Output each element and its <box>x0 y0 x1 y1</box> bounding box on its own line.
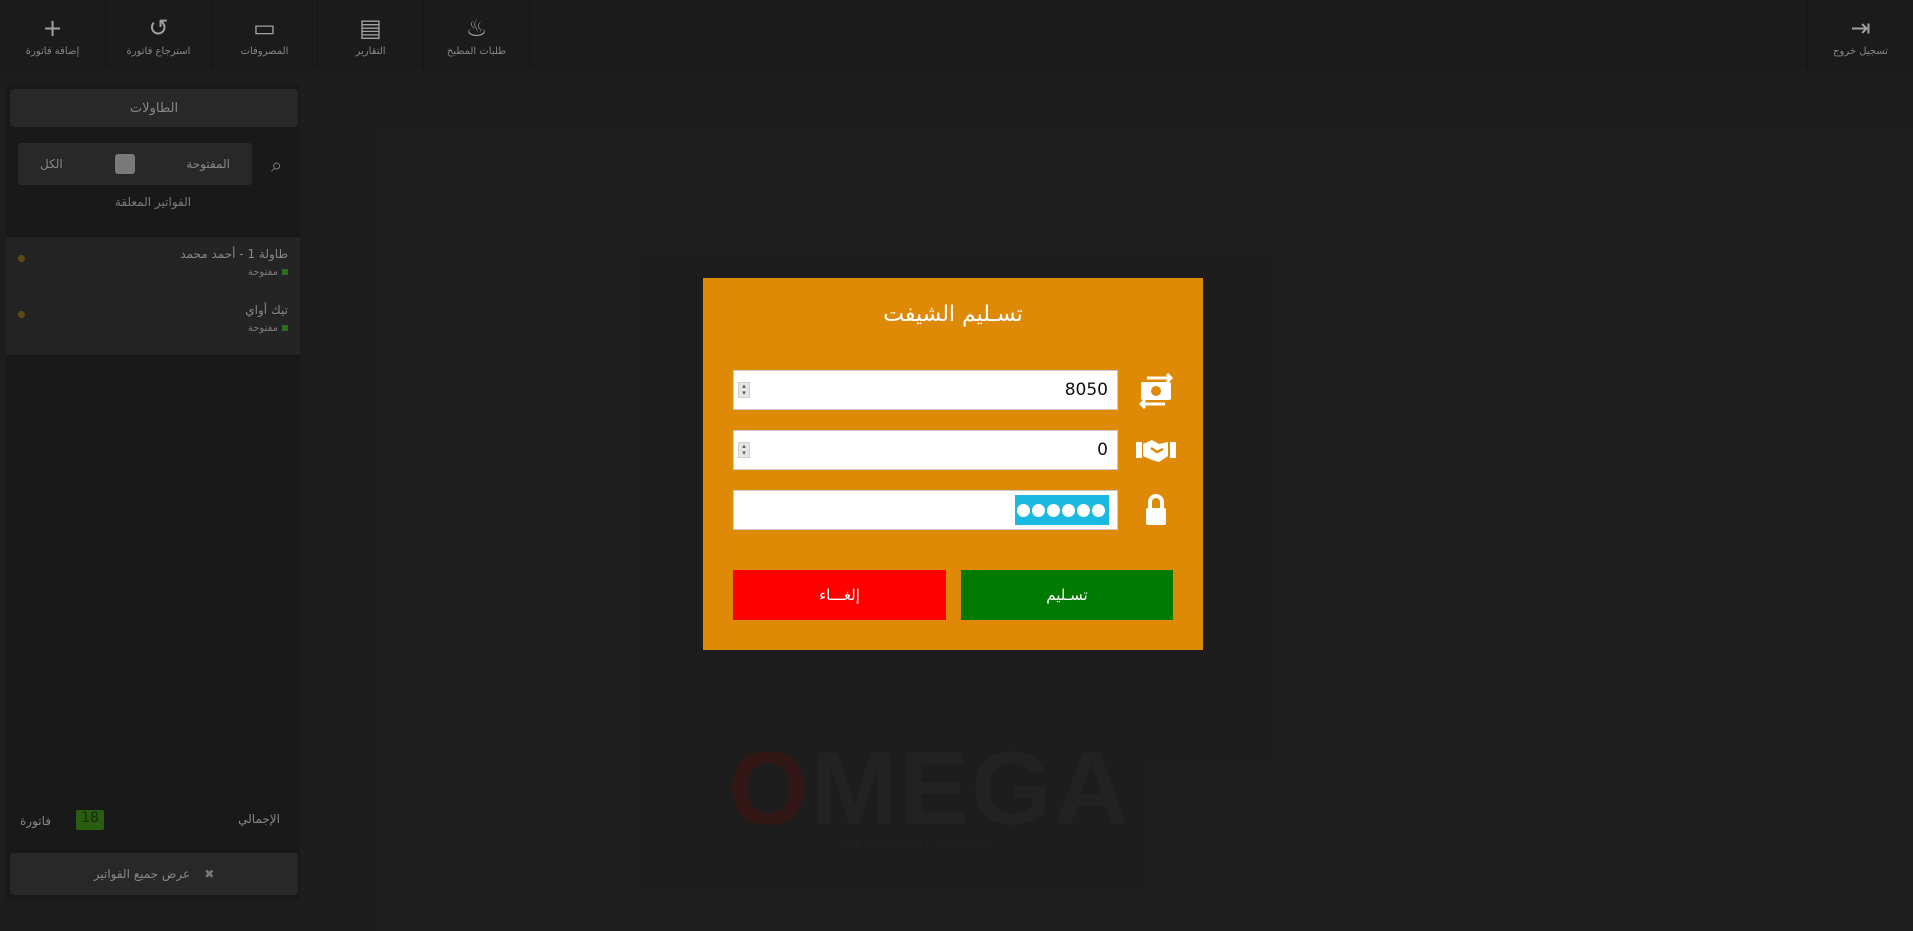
cancel-button[interactable]: إلغـــاء <box>733 570 946 620</box>
money-exchange-icon <box>1138 372 1174 410</box>
cash-stepper[interactable]: ▴ ▾ <box>738 382 750 398</box>
submit-button[interactable]: تسـليم <box>961 570 1173 620</box>
handshake-icon <box>1136 440 1176 462</box>
password-dot <box>1047 503 1060 517</box>
password-dot <box>1077 503 1090 517</box>
cash-amount-input[interactable] <box>760 371 1108 409</box>
password-dot <box>1092 503 1105 517</box>
lock-icon <box>1146 494 1166 525</box>
dialog-title: تسـليم الشيفت <box>883 302 1023 327</box>
password-dot <box>1062 503 1075 517</box>
credit-amount-input[interactable] <box>760 431 1108 469</box>
password-mask <box>1015 495 1109 525</box>
password-field[interactable] <box>733 490 1118 530</box>
cash-amount-field[interactable]: ▴▾ <box>733 370 1118 410</box>
credit-stepper[interactable]: ▴ ▾ <box>738 442 750 458</box>
password-dot <box>1017 503 1030 517</box>
credit-amount-field[interactable]: ▴▾ <box>733 430 1118 470</box>
shift-handover-dialog: تسـليم الشيفت ▴▾ ▴▾ إلغـــاء تسـليم <box>703 278 1203 650</box>
password-dot <box>1032 503 1045 517</box>
